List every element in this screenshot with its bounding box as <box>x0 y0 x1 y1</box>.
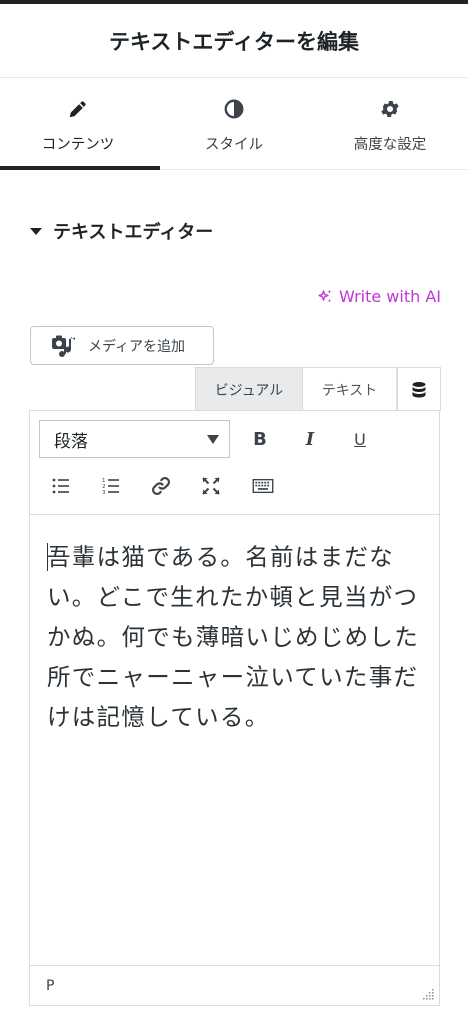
tab-advanced-label: 高度な設定 <box>353 137 427 153</box>
visual-editor: 段落 B I U 123 吾輩は猫である。名前はまだない。どこで生れたか頓と見当… <box>29 410 440 1006</box>
tab-advanced[interactable]: 高度な設定 <box>312 79 468 169</box>
add-media-label: メディアを追加 <box>88 338 186 355</box>
keyboard-icon <box>252 478 274 494</box>
section-toggle[interactable]: テキストエディター <box>30 218 213 244</box>
fullscreen-button[interactable] <box>194 469 228 503</box>
editor-paragraph: 吾輩は猫である。名前はまだない。どこで生れたか頓と見当がつかぬ。何でも薄暗いじめ… <box>47 543 419 731</box>
bold-button[interactable]: B <box>243 422 277 456</box>
underline-button[interactable]: U <box>343 422 377 456</box>
format-select[interactable]: 段落 <box>39 420 230 458</box>
write-with-ai-link[interactable]: Write with AI <box>316 287 441 306</box>
format-select-value: 段落 <box>54 431 88 452</box>
pencil-icon <box>69 101 86 118</box>
text-cursor <box>47 543 48 571</box>
italic-label: I <box>305 428 315 450</box>
fullscreen-icon <box>202 477 220 495</box>
section-title: テキストエディター <box>53 222 214 243</box>
contrast-icon <box>224 99 244 119</box>
bold-label: B <box>253 428 267 450</box>
italic-button[interactable]: I <box>293 422 327 456</box>
editor-statusbar: P <box>30 965 439 1005</box>
sparkle-icon <box>318 289 332 302</box>
underline-label: U <box>354 429 366 449</box>
tab-visual[interactable]: ビジュアル <box>195 367 303 411</box>
editor-content-area[interactable]: 吾輩は猫である。名前はまだない。どこで生れたか頓と見当がつかぬ。何でも薄暗いじめ… <box>30 515 439 965</box>
panel-header: テキストエディターを編集 <box>0 4 468 78</box>
panel-tabs: コンテンツ スタイル 高度な設定 <box>0 79 468 170</box>
write-with-ai-label: Write with AI <box>338 287 441 306</box>
bullet-list-icon <box>52 478 69 494</box>
tab-text[interactable]: テキスト <box>303 367 397 411</box>
element-path[interactable]: P <box>46 978 54 994</box>
chevron-down-icon <box>207 434 219 444</box>
tab-content[interactable]: コンテンツ <box>0 79 160 170</box>
link-icon <box>152 477 170 495</box>
tab-style[interactable]: スタイル <box>156 79 312 169</box>
insert-link-button[interactable] <box>144 469 178 503</box>
numbered-list-icon: 123 <box>102 478 119 496</box>
toolbar-toggle-button[interactable] <box>246 469 280 503</box>
editor-text[interactable]: 吾輩は猫である。名前はまだない。どこで生れたか頓と見当がつかぬ。何でも薄暗いじめ… <box>47 537 421 737</box>
database-icon <box>412 381 426 397</box>
tab-content-label: コンテンツ <box>41 137 115 153</box>
tab-style-label: スタイル <box>205 137 263 153</box>
editor-toolbar: 段落 B I U 123 <box>30 411 439 515</box>
svg-text:3: 3 <box>102 490 106 496</box>
bullet-list-button[interactable] <box>44 469 78 503</box>
gear-icon <box>381 101 399 117</box>
resize-handle-icon[interactable] <box>421 987 435 1001</box>
caret-down-icon <box>30 228 42 235</box>
dynamic-tags-button[interactable] <box>397 367 441 411</box>
numbered-list-button[interactable]: 123 <box>94 469 128 503</box>
page-title: テキストエディターを編集 <box>109 29 359 54</box>
editor-mode-tabs: ビジュアル テキスト <box>195 367 441 411</box>
add-media-button[interactable]: メディアを追加 <box>30 326 214 365</box>
add-media-icon <box>52 335 75 357</box>
